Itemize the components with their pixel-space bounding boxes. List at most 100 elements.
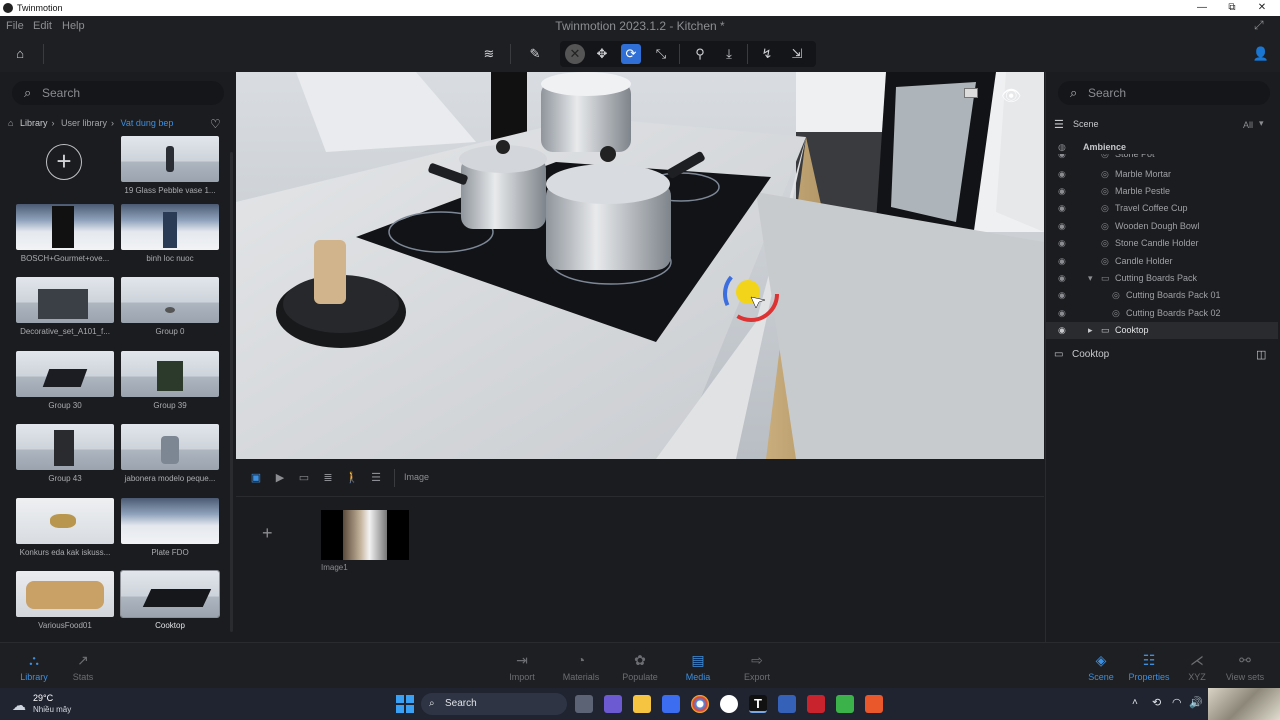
panorama-tab-icon[interactable]: ▭: [297, 471, 311, 485]
tree-row-selected[interactable]: ◉ ▸ ▭ Cooktop: [1046, 322, 1278, 339]
eye-icon[interactable]: ◉: [1058, 154, 1066, 163]
materials-tab[interactable]: ◔ Materials: [551, 651, 611, 682]
zalo-icon[interactable]: [720, 695, 738, 713]
library-home-icon[interactable]: ⌂: [8, 118, 13, 128]
library-item[interactable]: Decorative_set_A101_f...: [16, 277, 114, 336]
library-item[interactable]: VariousFood01: [16, 571, 114, 630]
tree-row[interactable]: ◉ ◎ Cutting Boards Pack 02: [1046, 305, 1278, 322]
eye-icon[interactable]: ◉: [1058, 218, 1066, 235]
camera-view-icon[interactable]: [964, 88, 978, 98]
tree-row[interactable]: ◉ ◎ Travel Coffee Cup: [1046, 200, 1278, 217]
eye-icon[interactable]: ◉: [1058, 305, 1066, 322]
eye-icon[interactable]: ◉: [1058, 253, 1066, 270]
user-icon[interactable]: 👤: [1251, 44, 1271, 64]
home-icon[interactable]: ⌂: [10, 44, 30, 64]
minimize-button[interactable]: —: [1186, 0, 1218, 16]
view-sets-tab[interactable]: ⚯ View sets: [1215, 651, 1275, 682]
camtasia-icon[interactable]: [836, 695, 854, 713]
library-item[interactable]: BOSCH+Gourmet+ove...: [16, 204, 114, 263]
scale-icon[interactable]: ⤡: [651, 44, 671, 64]
library-item-selected[interactable]: Cooktop: [120, 570, 220, 630]
expand-chevron-icon[interactable]: ▾: [1088, 270, 1093, 287]
presentation-tab-icon[interactable]: ☰: [369, 471, 383, 485]
chat-icon[interactable]: [604, 695, 622, 713]
sketchup-icon[interactable]: [778, 695, 796, 713]
stats-tab[interactable]: ↗ Stats: [53, 651, 113, 682]
chevron-up-icon[interactable]: ˄: [1132, 697, 1138, 708]
menu-edit[interactable]: Edit: [33, 20, 52, 32]
library-scrollbar[interactable]: [230, 152, 233, 632]
tree-row[interactable]: ◉ ◎ Marble Mortar: [1046, 166, 1278, 183]
add-media-button[interactable]: +: [262, 523, 273, 544]
vr-walk-tab-icon[interactable]: 🚶: [345, 471, 359, 485]
move-icon[interactable]: ✥: [592, 44, 612, 64]
tree-row[interactable]: ◉ ◎ Cutting Boards Pack 01: [1046, 287, 1278, 304]
breadcrumb-library[interactable]: Library: [20, 118, 48, 128]
visibility-eye-icon[interactable]: 👁: [1001, 86, 1021, 106]
tree-row[interactable]: ◉ ◎ Candle Holder: [1046, 253, 1278, 270]
library-item[interactable]: Plate FDO: [121, 498, 219, 557]
library-item[interactable]: Group 0: [121, 277, 219, 336]
tree-row[interactable]: ◉ ◎ Marble Pestle: [1046, 183, 1278, 200]
hamburger-icon[interactable]: ☰: [1054, 118, 1064, 131]
taskbar-search-input[interactable]: ⌕ Search: [421, 693, 567, 715]
3d-viewport[interactable]: 👁: [236, 72, 1044, 459]
file-explorer-icon[interactable]: [633, 695, 651, 713]
add-library-item-button[interactable]: +: [46, 144, 82, 180]
drop-to-floor-icon[interactable]: ⤓: [719, 44, 739, 64]
library-item[interactable]: Group 30: [16, 351, 114, 410]
library-item[interactable]: binh loc nuoc: [121, 204, 219, 263]
phasing-tab-icon[interactable]: ≣: [321, 471, 335, 485]
autocad-icon[interactable]: [807, 695, 825, 713]
rotate-icon[interactable]: ⟳: [621, 44, 641, 64]
favorite-heart-icon[interactable]: ♡: [210, 117, 221, 131]
breadcrumb-user-library[interactable]: User library: [61, 118, 107, 128]
scene-search-input[interactable]: ⌕ Search: [1058, 81, 1270, 105]
eye-icon[interactable]: ◉: [1058, 322, 1066, 339]
split-view-icon[interactable]: ◫: [1256, 344, 1266, 366]
tree-row[interactable]: ◉ ◎ Stone Pot: [1046, 154, 1278, 163]
snap-icon[interactable]: ⚲: [690, 44, 710, 64]
tree-row[interactable]: ◉ ▾ ▭ Cutting Boards Pack: [1046, 270, 1278, 287]
image1-thumbnail[interactable]: [321, 510, 409, 560]
volume-icon[interactable]: 🔊: [1189, 696, 1203, 709]
eye-icon[interactable]: ◉: [1058, 287, 1066, 304]
recorder-icon[interactable]: [865, 695, 883, 713]
eye-icon[interactable]: ◉: [1058, 270, 1066, 287]
video-tab-icon[interactable]: ▶: [273, 471, 287, 485]
eye-icon[interactable]: ◉: [1058, 183, 1066, 200]
library-search-input[interactable]: ⌕ Search: [12, 81, 224, 105]
windows-start-icon[interactable]: [396, 695, 414, 713]
local-axis-icon[interactable]: ⇲: [787, 44, 807, 64]
library-item[interactable]: Group 39: [121, 351, 219, 410]
layers-icon[interactable]: ≋: [479, 44, 499, 64]
twinmotion-taskbar-icon[interactable]: T: [749, 695, 767, 713]
eye-icon[interactable]: ◉: [1058, 235, 1066, 252]
task-view-icon[interactable]: [575, 695, 593, 713]
pivot-icon[interactable]: ↯: [757, 44, 777, 64]
export-tab[interactable]: ⇨ Export: [727, 651, 787, 682]
media-tab[interactable]: ▤ Media: [668, 651, 728, 682]
store-icon[interactable]: [662, 695, 680, 713]
populate-tab[interactable]: ✿ Populate: [610, 651, 670, 682]
maximize-button[interactable]: ⧉: [1216, 0, 1248, 16]
image-tab-icon[interactable]: ▣: [249, 471, 263, 485]
menu-help[interactable]: Help: [62, 20, 85, 32]
eye-icon[interactable]: ◉: [1058, 200, 1066, 217]
weather-temp[interactable]: 29°C: [33, 693, 53, 703]
filter-dropdown[interactable]: All: [1243, 120, 1253, 130]
fullscreen-icon[interactable]: ⤢: [1254, 18, 1264, 33]
deselect-icon[interactable]: ✕: [565, 44, 585, 64]
chrome-icon[interactable]: [691, 695, 709, 713]
wifi-icon[interactable]: ◠: [1172, 696, 1182, 709]
sync-icon[interactable]: ⟲: [1152, 696, 1161, 709]
tree-row[interactable]: ◉ ◎ Stone Candle Holder: [1046, 235, 1278, 252]
eyedropper-icon[interactable]: ✎: [525, 44, 545, 64]
menu-file[interactable]: File: [6, 20, 24, 32]
library-item[interactable]: Group 43: [16, 424, 114, 483]
library-item[interactable]: jabonera modelo peque...: [121, 424, 219, 483]
import-tab[interactable]: ⇥ Import: [492, 651, 552, 682]
eye-icon[interactable]: ◉: [1058, 166, 1066, 183]
library-item[interactable]: 19 Glass Pebble vase 1...: [121, 136, 219, 195]
close-button[interactable]: ✕: [1246, 0, 1278, 16]
